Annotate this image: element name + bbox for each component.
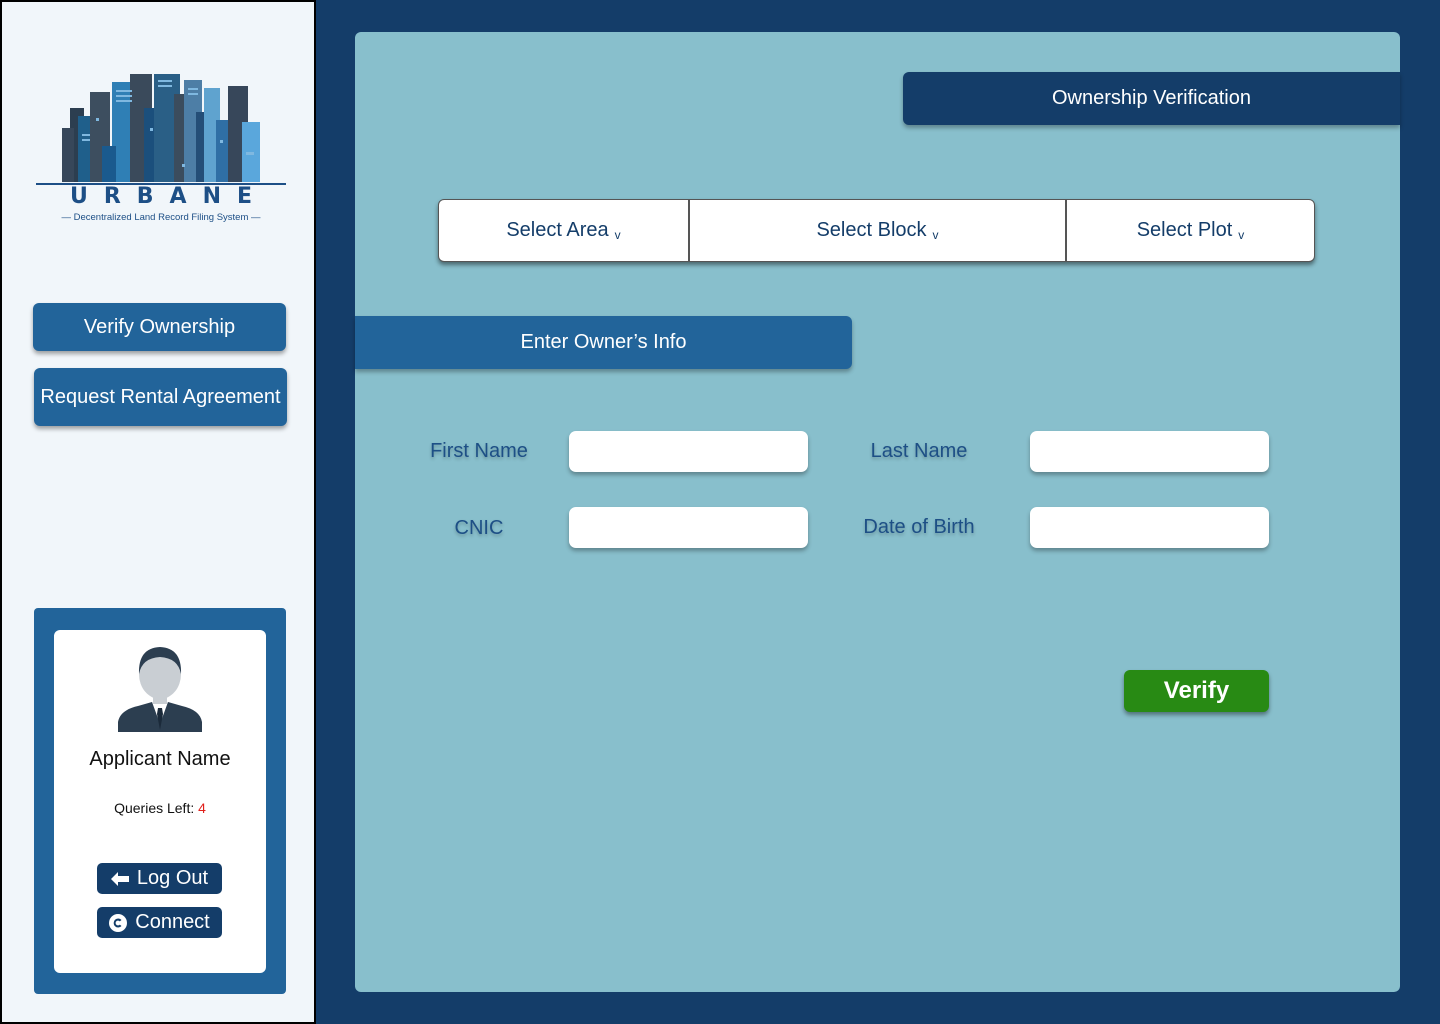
page-title: Ownership Verification bbox=[903, 72, 1400, 125]
cnic-field[interactable] bbox=[569, 507, 808, 548]
profile-card: Applicant Name Queries Left: 4 Log Out C… bbox=[34, 608, 286, 994]
chevron-down-icon: v bbox=[932, 227, 939, 242]
queries-left-label: Queries Left: bbox=[114, 800, 199, 816]
first-name-label: First Name bbox=[430, 440, 528, 462]
select-area-dropdown[interactable]: Select Area v bbox=[439, 200, 688, 261]
connect-label: Connect bbox=[135, 911, 210, 933]
profile-card-inner: Applicant Name Queries Left: 4 Log Out C… bbox=[54, 630, 266, 973]
cnic-label: CNIC bbox=[454, 517, 504, 539]
logout-label: Log Out bbox=[136, 867, 209, 889]
select-plot-dropdown[interactable]: Select Plot v bbox=[1065, 200, 1314, 261]
logo-tagline: — Decentralized Land Record Filing Syste… bbox=[61, 212, 261, 223]
chevron-down-icon: v bbox=[1238, 227, 1245, 242]
last-name-label: Last Name bbox=[870, 440, 968, 462]
arrow-left-icon bbox=[110, 870, 129, 888]
select-area-label: Select Area bbox=[506, 219, 609, 241]
logout-button[interactable]: Log Out bbox=[97, 863, 222, 894]
select-block-dropdown[interactable]: Select Block v bbox=[688, 200, 1065, 261]
urbane-logo: URBANE — Decentralized Land Record Filin… bbox=[32, 68, 290, 228]
request-rental-agreement-button[interactable]: Request Rental Agreement bbox=[34, 368, 287, 426]
plot-selector-bar: Select Area v Select Block v Select Plot… bbox=[438, 199, 1315, 262]
last-name-field[interactable] bbox=[1030, 431, 1269, 472]
dob-field[interactable] bbox=[1030, 507, 1269, 548]
select-plot-label: Select Plot bbox=[1136, 219, 1233, 241]
main-panel: Ownership Verification Select Area v Sel… bbox=[355, 32, 1400, 992]
connect-icon bbox=[109, 913, 128, 932]
city-skyline-logo-icon bbox=[36, 74, 286, 185]
verify-ownership-button[interactable]: Verify Ownership bbox=[33, 303, 286, 351]
select-block-label: Select Block bbox=[816, 219, 927, 241]
sidebar: URBANE — Decentralized Land Record Filin… bbox=[0, 0, 316, 1024]
connect-button[interactable]: Connect bbox=[97, 907, 222, 938]
verify-button[interactable]: Verify bbox=[1124, 670, 1269, 712]
logo-wordmark: URBANE bbox=[69, 184, 269, 209]
chevron-down-icon: v bbox=[614, 227, 621, 242]
queries-left: Queries Left: 4 bbox=[54, 800, 266, 816]
queries-left-count: 4 bbox=[198, 800, 206, 816]
first-name-field[interactable] bbox=[569, 431, 808, 472]
applicant-name: Applicant Name bbox=[89, 748, 231, 770]
person-avatar-icon bbox=[118, 647, 202, 732]
section-title: Enter Owner’s Info bbox=[355, 316, 852, 369]
dob-label: Date of Birth bbox=[863, 516, 975, 538]
